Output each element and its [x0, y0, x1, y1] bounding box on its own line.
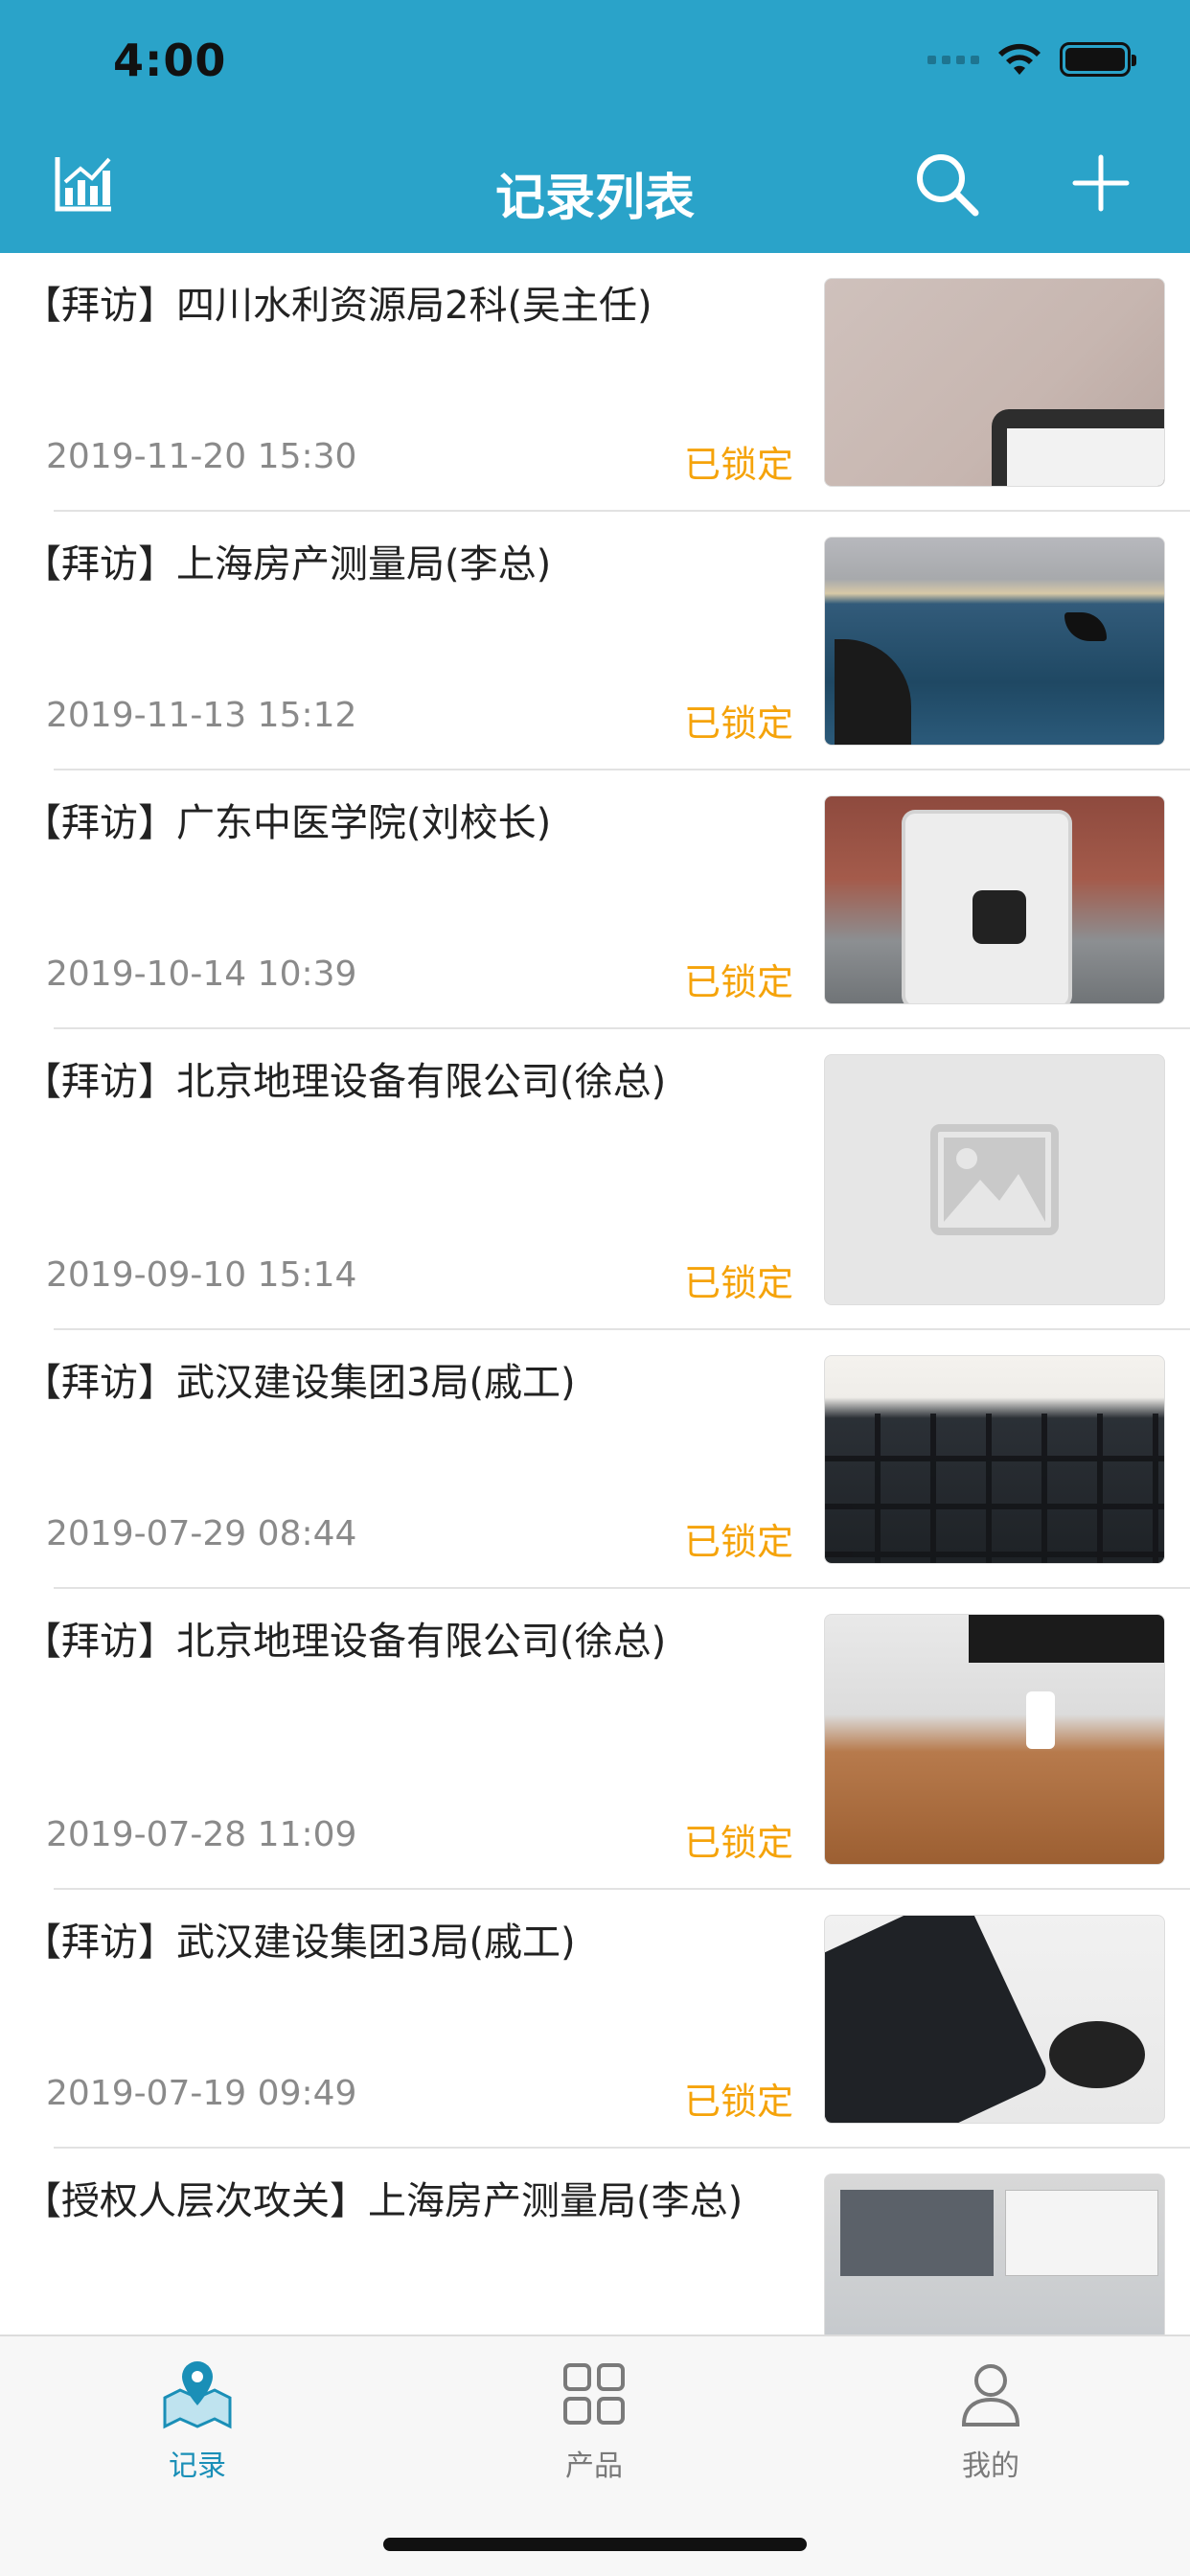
record-thumbnail — [824, 795, 1165, 1004]
record-status: 已锁定 — [684, 2081, 794, 2123]
image-placeholder — [824, 1054, 1165, 1305]
record-time: 2019-11-13 15:12 — [46, 696, 357, 735]
plus-icon[interactable] — [1071, 153, 1131, 213]
record-time: 2019-07-29 08:44 — [46, 1514, 357, 1553]
record-list: 【拜访】四川水利资源局2科(吴主任) 2019-11-20 15:30 已锁定 … — [0, 253, 1190, 2334]
tab-products[interactable]: 产品 — [498, 2356, 690, 2484]
page-title: 记录列表 — [494, 170, 695, 227]
record-time: 2019-11-20 15:30 — [46, 437, 357, 476]
record-item[interactable]: 【拜访】北京地理设备有限公司(徐总) 2019-09-10 15:14 已锁定 — [0, 1029, 1190, 1330]
home-indicator[interactable] — [383, 2538, 807, 2551]
record-status: 已锁定 — [684, 961, 794, 1003]
record-status: 已锁定 — [684, 1521, 794, 1563]
header: 4:00 记录列表 — [0, 0, 1190, 253]
record-thumbnail — [824, 2174, 1165, 2334]
record-time: 2019-10-14 10:39 — [46, 954, 357, 994]
record-item[interactable]: 【拜访】上海房产测量局(李总) 2019-11-13 15:12 已锁定 — [0, 512, 1190, 770]
record-item[interactable]: 【拜访】武汉建设集团3局(戚工) 2019-07-19 09:49 已锁定 — [0, 1890, 1190, 2149]
tab-records[interactable]: 记录 — [102, 2356, 293, 2484]
status-time: 4:00 — [113, 34, 227, 86]
map-pin-icon — [163, 2361, 232, 2429]
record-thumbnail — [824, 1355, 1165, 1564]
battery-icon — [1060, 42, 1136, 77]
tab-mine[interactable]: 我的 — [895, 2356, 1087, 2484]
record-time: 2019-07-28 11:09 — [46, 1815, 357, 1854]
status-indicators — [927, 42, 1136, 77]
record-thumbnail — [824, 1614, 1165, 1865]
record-thumbnail — [824, 278, 1165, 487]
record-status: 已锁定 — [684, 1262, 794, 1304]
record-title: 【拜访】武汉建设集团3局(戚工) — [23, 1361, 576, 1405]
record-status: 已锁定 — [684, 702, 794, 745]
record-title: 【授权人层次攻关】上海房产测量局(李总) — [23, 2179, 744, 2223]
record-title: 【拜访】武汉建设集团3局(戚工) — [23, 1920, 576, 1965]
signal-icon — [927, 55, 979, 64]
record-thumbnail — [824, 1915, 1165, 2124]
record-title: 【拜访】四川水利资源局2科(吴主任) — [23, 284, 652, 328]
tab-label: 我的 — [962, 2450, 1019, 2483]
record-thumbnail — [824, 537, 1165, 746]
grid-icon — [563, 2363, 625, 2425]
record-status: 已锁定 — [684, 1822, 794, 1864]
wifi-icon — [998, 43, 1041, 75]
tab-label: 产品 — [565, 2450, 623, 2483]
image-placeholder-icon — [930, 1124, 1059, 1235]
record-title: 【拜访】上海房产测量局(李总) — [23, 542, 552, 586]
record-title: 【拜访】北京地理设备有限公司(徐总) — [23, 1060, 667, 1104]
record-status: 已锁定 — [684, 444, 794, 486]
tab-label: 记录 — [169, 2450, 226, 2483]
record-title: 【拜访】北京地理设备有限公司(徐总) — [23, 1620, 667, 1664]
record-title: 【拜访】广东中医学院(刘校长) — [23, 801, 552, 845]
record-time: 2019-09-10 15:14 — [46, 1255, 357, 1295]
record-item[interactable]: 【拜访】武汉建设集团3局(戚工) 2019-07-29 08:44 已锁定 — [0, 1330, 1190, 1589]
record-time: 2019-07-19 09:49 — [46, 2074, 357, 2113]
record-item[interactable]: 【授权人层次攻关】上海房产测量局(李总) — [0, 2149, 1190, 2334]
record-item[interactable]: 【拜访】北京地理设备有限公司(徐总) 2019-07-28 11:09 已锁定 — [0, 1589, 1190, 1890]
record-item[interactable]: 【拜访】四川水利资源局2科(吴主任) 2019-11-20 15:30 已锁定 — [0, 253, 1190, 512]
person-icon — [961, 2364, 1020, 2426]
search-icon[interactable] — [914, 151, 981, 218]
record-item[interactable]: 【拜访】广东中医学院(刘校长) 2019-10-14 10:39 已锁定 — [0, 770, 1190, 1029]
